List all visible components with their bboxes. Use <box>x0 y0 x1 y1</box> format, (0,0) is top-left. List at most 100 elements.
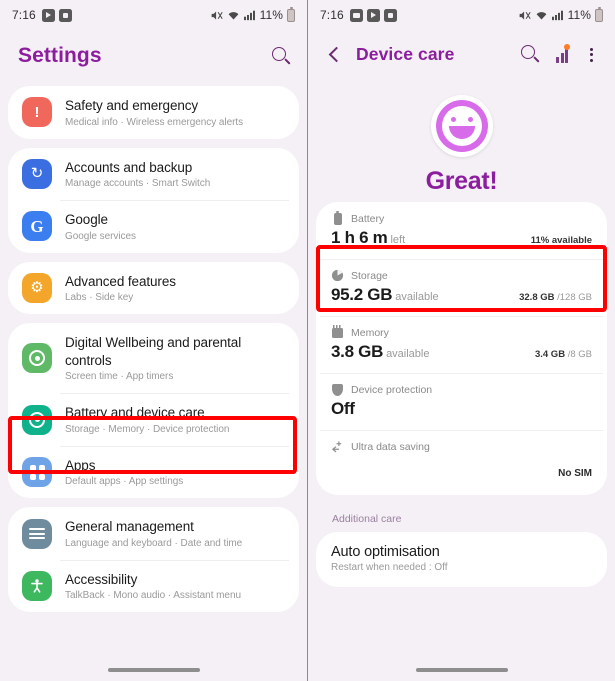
screenrecord-icon <box>383 8 397 22</box>
status-bar-right: 7:16 11% <box>308 0 615 30</box>
metric-unit: available <box>395 291 439 303</box>
list-item-subtitle: Labs · Side key <box>65 292 134 304</box>
sidebar-item-google[interactable]: G Google Google services <box>8 200 299 253</box>
metric-unit: available <box>386 348 430 360</box>
metric-device-protection[interactable]: Device protection Off <box>316 373 607 430</box>
navigation-bar-left <box>0 659 307 681</box>
metric-ultra-data-saving[interactable]: Ultra data saving No SIM <box>316 430 607 495</box>
additional-care-card: Auto optimisation Restart when needed : … <box>316 532 607 587</box>
home-gesture-pill[interactable] <box>107 668 200 672</box>
list-item-subtitle: Screen time · App timers <box>65 371 174 383</box>
list-item-title: General management <box>65 519 194 535</box>
metric-meter: No SIM <box>494 463 592 481</box>
list-item-title: Battery and device care <box>65 405 205 421</box>
list-item-title: Accessibility <box>65 571 138 587</box>
alert-glyph: ! <box>34 103 40 121</box>
diagnostics-icon[interactable] <box>556 43 570 63</box>
page-title: Device care <box>356 44 455 64</box>
sidebar-item-apps[interactable]: Apps Default apps · App settings <box>8 445 299 499</box>
metric-battery[interactable]: Battery 1 h 6 m left 11% available <box>316 202 607 259</box>
status-text: Great! <box>425 167 498 195</box>
battery-icon <box>331 210 344 225</box>
list-item-subtitle: Restart when needed : Off <box>331 562 448 573</box>
sidebar-item-safety-and-emergency[interactable]: ! Safety and emergency Medical info · Wi… <box>8 86 299 139</box>
smiley-great-icon <box>430 95 493 157</box>
device-care-metrics-card: Battery 1 h 6 m left 11% available Stora… <box>316 202 607 495</box>
home-gesture-pill[interactable] <box>415 668 508 672</box>
settings-group-advanced: ⚙ Advanced features Labs · Side key <box>8 261 299 315</box>
list-item-auto-optimisation[interactable]: Auto optimisation Restart when needed : … <box>316 532 607 587</box>
metric-label: Ultra data saving <box>351 440 430 453</box>
sidebar-item-accessibility[interactable]: Accessibility TalkBack · Mono audio · As… <box>8 559 299 613</box>
google-glyph: G <box>30 216 44 236</box>
data-saver-icon <box>331 440 344 453</box>
metric-value: 3.8 GB <box>331 342 384 361</box>
list-item-title: Auto optimisation <box>331 544 440 560</box>
list-item-subtitle: Manage accounts · Smart Switch <box>65 178 211 190</box>
search-icon[interactable] <box>272 46 291 66</box>
sidebar-item-digital-wellbeing[interactable]: Digital Wellbeing and parental controls … <box>8 323 299 393</box>
list-item-title: Safety and emergency <box>65 98 199 113</box>
metric-label: Storage <box>351 269 388 282</box>
battery-icon <box>287 6 295 22</box>
sidebar-item-advanced-features[interactable]: ⚙ Advanced features Labs · Side key <box>8 262 299 315</box>
sidebar-item-general-management[interactable]: General management Language and keyboard… <box>8 507 299 560</box>
battery-icon <box>595 6 603 22</box>
signal-icon <box>243 9 256 21</box>
metric-meter: 32.8 GB /128 GB <box>494 287 592 305</box>
storage-icon <box>331 269 344 282</box>
wifi-icon <box>535 9 548 21</box>
settings-screen: 7:16 11% Settings ! Safety and emergency… <box>0 0 307 681</box>
status-time: 7:16 <box>12 8 36 22</box>
metric-value: Off <box>331 399 355 418</box>
apps-grid-icon <box>22 457 52 488</box>
metric-value: 1 h 6 m <box>331 228 388 247</box>
metric-label: Device protection <box>351 383 433 396</box>
more-options-icon[interactable] <box>584 47 599 63</box>
mute-icon <box>210 9 223 22</box>
metric-meter: 3.4 GB /8 GB <box>494 344 592 362</box>
page-title: Settings <box>18 44 102 67</box>
device-care-icon <box>22 404 52 435</box>
back-arrow-icon[interactable] <box>326 46 344 64</box>
metric-storage[interactable]: Storage 95.2 GB available 32.8 GB /128 G… <box>316 259 607 316</box>
dual-screenshot: 7:16 11% Settings ! Safety and emergency… <box>0 0 615 681</box>
metric-memory[interactable]: Memory 3.8 GB available 3.4 GB /8 GB <box>316 316 607 373</box>
list-item-title: Advanced features <box>65 273 176 289</box>
status-notification-icons <box>349 8 397 22</box>
device-care-header: Device care <box>308 30 615 83</box>
settings-list[interactable]: ! Safety and emergency Medical info · Wi… <box>0 86 307 659</box>
metric-caption: 32.8 GB <box>519 292 555 303</box>
metric-value: 95.2 GB <box>331 285 393 304</box>
list-item-subtitle: Default apps · App settings <box>65 476 184 488</box>
memory-icon <box>331 325 344 339</box>
list-item-subtitle: Storage · Memory · Device protection <box>65 423 230 435</box>
list-item-title: Apps <box>65 457 96 473</box>
metric-caption: 11% available <box>530 235 592 246</box>
google-icon: G <box>22 211 52 242</box>
list-item-subtitle: Google services <box>65 230 136 242</box>
video-icon <box>366 8 380 22</box>
metric-caption-total: /8 GB <box>565 349 592 360</box>
list-item-title: Digital Wellbeing and parental controls <box>65 335 242 368</box>
status-time: 7:16 <box>320 8 344 22</box>
section-label-additional-care: Additional care <box>332 513 402 525</box>
settings-group-device: Digital Wellbeing and parental controls … <box>8 323 299 499</box>
settings-group-accounts: ↻ Accounts and backup Manage accounts · … <box>8 147 299 253</box>
metric-label: Battery <box>351 212 385 225</box>
device-care-screen: 7:16 11% Device care Great! Battery 1 h … <box>308 0 615 681</box>
sidebar-item-battery-and-device-care[interactable]: Battery and device care Storage · Memory… <box>8 393 299 446</box>
signal-icon <box>551 9 564 21</box>
device-status-summary: Great! <box>316 83 607 202</box>
sidebar-item-accounts-and-backup[interactable]: ↻ Accounts and backup Manage accounts · … <box>8 148 299 201</box>
settings-group-safety: ! Safety and emergency Medical info · Wi… <box>8 86 299 139</box>
sync-icon: ↻ <box>22 158 52 189</box>
alert-icon: ! <box>22 97 52 128</box>
wellbeing-icon <box>22 343 52 374</box>
search-icon[interactable] <box>521 45 540 64</box>
list-item-title: Google <box>65 212 108 228</box>
wifi-icon <box>227 9 240 21</box>
mute-icon <box>518 9 531 22</box>
device-care-content[interactable]: Great! Battery 1 h 6 m left 11% availabl… <box>308 83 615 659</box>
status-bar-left: 7:16 11% <box>0 0 307 30</box>
